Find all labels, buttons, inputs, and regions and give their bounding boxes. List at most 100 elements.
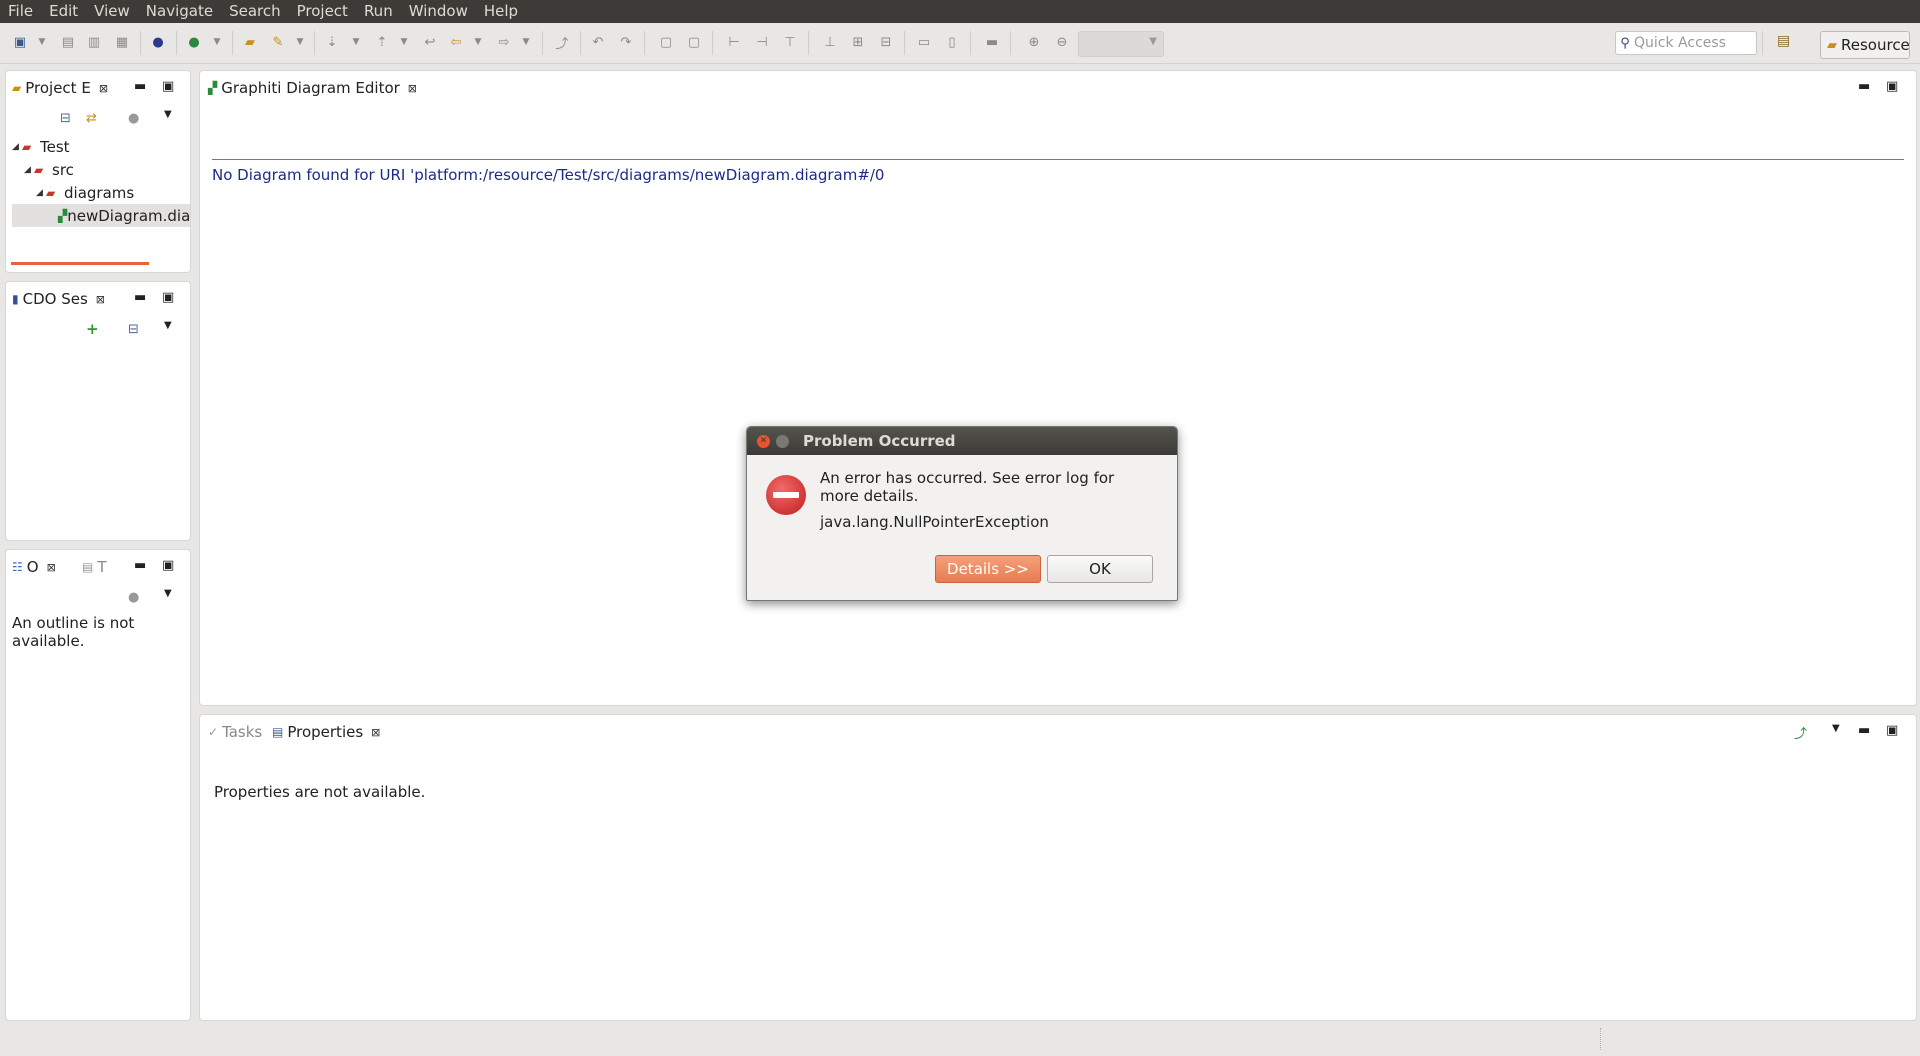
collapse-all-icon[interactable]: ⊟ <box>60 111 71 126</box>
view-menu-icon[interactable]: ▼ <box>164 109 172 120</box>
zoom-combo[interactable]: ▼ <box>1078 31 1164 57</box>
menu-file[interactable]: File <box>0 0 41 23</box>
minimize-icon[interactable] <box>776 434 789 448</box>
collapse-icon[interactable]: ▬ <box>982 32 1002 52</box>
open-folder-icon[interactable]: ▰ <box>240 32 260 52</box>
annotation-dropdown-icon[interactable]: ▼ <box>346 32 366 52</box>
minimize-icon[interactable]: ▬ <box>134 79 146 94</box>
pin-icon[interactable]: ⤴ <box>552 32 572 52</box>
open-perspective-icon[interactable]: ▤ <box>1777 33 1799 55</box>
save-all-icon[interactable]: ▥ <box>84 32 104 52</box>
details-button[interactable]: Details >> <box>935 555 1041 583</box>
forward-icon[interactable]: ⇨ <box>494 32 514 52</box>
next-annotation-icon[interactable]: ⇣ <box>322 32 342 52</box>
match-height-icon[interactable]: ▯ <box>942 32 962 52</box>
expand-icon[interactable]: ◢ <box>24 165 34 175</box>
minimize-icon[interactable]: ▬ <box>134 558 146 573</box>
minimize-icon[interactable]: ▬ <box>134 290 146 305</box>
tab-project-explorer[interactable]: ▰ Project E ⊠ <box>8 75 113 101</box>
align-middle-icon[interactable]: ⊞ <box>848 32 868 52</box>
ok-button[interactable]: OK <box>1047 555 1153 583</box>
expand-icon[interactable]: ◢ <box>36 188 46 198</box>
back-icon[interactable]: ⇦ <box>446 32 466 52</box>
maximize-icon[interactable]: ▣ <box>162 290 174 305</box>
tree-node-diagrams[interactable]: ◢ ▰ diagrams <box>12 181 192 204</box>
tab-graphiti-editor[interactable]: ▞ Graphiti Diagram Editor ⊠ <box>204 75 422 101</box>
run-icon[interactable]: ● <box>184 32 204 52</box>
collapse-all-icon[interactable]: ⊟ <box>128 322 139 337</box>
close-icon[interactable]: ⊠ <box>371 726 380 739</box>
forward-dropdown-icon[interactable]: ▼ <box>516 32 536 52</box>
redo-icon[interactable]: ↷ <box>616 32 636 52</box>
tree-node-test[interactable]: ◢ ▰ Test <box>12 135 192 158</box>
paste-icon[interactable]: ▢ <box>684 32 704 52</box>
filter-icon[interactable]: ● <box>128 111 139 126</box>
outline-panel: ☷ O ⊠ ▤ T ▬ ▣ ● ▼ An outline is not avai… <box>5 549 191 1021</box>
minimize-icon[interactable]: ▬ <box>1858 79 1870 94</box>
quick-access-input[interactable]: ⚲ Quick Access <box>1615 31 1757 55</box>
edit-dropdown-icon[interactable]: ▼ <box>290 32 310 52</box>
project-icon: ▰ <box>22 139 32 154</box>
package-icon: ▰ <box>46 185 56 200</box>
tab-properties[interactable]: ▤ Properties ⊠ <box>268 719 385 745</box>
back-dropdown-icon[interactable]: ▼ <box>468 32 488 52</box>
match-width-icon[interactable]: ▭ <box>914 32 934 52</box>
maximize-icon[interactable]: ▣ <box>162 558 174 573</box>
copy-icon[interactable]: ▢ <box>656 32 676 52</box>
tab-cdo-sessions[interactable]: ▮ CDO Ses ⊠ <box>8 286 109 312</box>
menu-project[interactable]: Project <box>289 0 356 23</box>
tab-tasks[interactable]: ✓ Tasks <box>204 719 266 745</box>
close-icon[interactable]: ✕ <box>757 434 770 448</box>
edit-icon[interactable]: ✎ <box>268 32 288 52</box>
new-dropdown-icon[interactable]: ▼ <box>32 32 52 52</box>
minimize-icon[interactable]: ▬ <box>1858 723 1870 738</box>
view-menu-icon[interactable]: ▼ <box>1832 723 1840 734</box>
close-icon[interactable]: ⊠ <box>99 82 108 95</box>
zoom-in-icon[interactable]: ⊕ <box>1024 32 1044 52</box>
menu-search[interactable]: Search <box>221 0 289 23</box>
new-icon[interactable]: ▣ <box>10 32 30 52</box>
tree-node-src[interactable]: ◢ ▰ src <box>12 158 192 181</box>
align-right-icon[interactable]: ⊤ <box>780 32 800 52</box>
prev-dropdown-icon[interactable]: ▼ <box>394 32 414 52</box>
tab-outline[interactable]: ☷ O ⊠ <box>8 554 60 580</box>
zoom-out-icon[interactable]: ⊖ <box>1052 32 1072 52</box>
expand-icon[interactable]: ◢ <box>12 142 22 152</box>
close-icon[interactable]: ⊠ <box>408 82 417 95</box>
dialog-title: Problem Occurred <box>803 432 956 450</box>
project-explorer-panel: ▰ Project E ⊠ ▬ ▣ ⊟ ⇄ ● ▼ ◢ ▰ Test ◢ ▰ s… <box>5 70 191 273</box>
menu-navigate[interactable]: Navigate <box>138 0 221 23</box>
cdo-globe-icon[interactable]: ● <box>148 32 168 52</box>
align-left-icon[interactable]: ⊢ <box>724 32 744 52</box>
diagram-icon: ▞ <box>208 81 218 95</box>
run-dropdown-icon[interactable]: ▼ <box>207 32 227 52</box>
tab-t[interactable]: ▤ T <box>78 554 111 580</box>
align-bottom-icon[interactable]: ⊟ <box>876 32 896 52</box>
add-session-icon[interactable]: + <box>86 320 99 338</box>
view-menu-icon[interactable]: ▼ <box>164 320 172 331</box>
menu-run[interactable]: Run <box>356 0 401 23</box>
menu-view[interactable]: View <box>86 0 138 23</box>
maximize-icon[interactable]: ▣ <box>1886 723 1898 738</box>
link-editor-icon[interactable]: ⇄ <box>86 111 97 126</box>
print-icon[interactable]: ▦ <box>112 32 132 52</box>
close-icon[interactable]: ⊠ <box>47 561 56 574</box>
pin-view-icon[interactable]: ⤴ <box>1794 723 1807 742</box>
prev-annotation-icon[interactable]: ⇡ <box>372 32 392 52</box>
undo-icon[interactable]: ↶ <box>588 32 608 52</box>
menu-edit[interactable]: Edit <box>41 0 86 23</box>
menu-window[interactable]: Window <box>401 0 476 23</box>
editor-divider <box>212 159 1904 160</box>
view-menu-icon[interactable]: ▼ <box>164 588 172 599</box>
close-icon[interactable]: ⊠ <box>96 293 105 306</box>
tree-node-newdiagram[interactable]: ▞ newDiagram.dia <box>12 204 190 227</box>
align-center-icon[interactable]: ⊣ <box>752 32 772 52</box>
maximize-icon[interactable]: ▣ <box>1886 79 1898 94</box>
menu-help[interactable]: Help <box>476 0 526 23</box>
perspective-resource-button[interactable]: ▰ Resource <box>1820 31 1910 59</box>
filter-icon[interactable]: ● <box>128 590 139 605</box>
align-top-icon[interactable]: ⊥ <box>820 32 840 52</box>
last-edit-icon[interactable]: ↩ <box>420 32 440 52</box>
save-icon[interactable]: ▤ <box>58 32 78 52</box>
maximize-icon[interactable]: ▣ <box>162 79 174 94</box>
